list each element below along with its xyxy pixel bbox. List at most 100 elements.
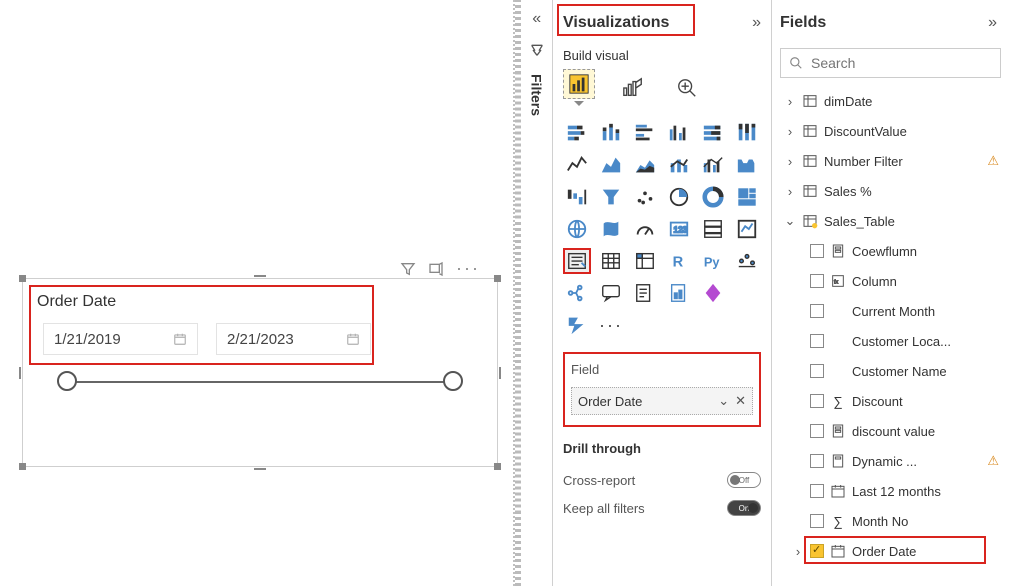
svg-text:Py: Py: [704, 255, 721, 270]
donut-chart-icon[interactable]: [699, 184, 727, 210]
cross-report-label: Cross-report: [563, 473, 635, 488]
line-chart-icon[interactable]: [563, 152, 591, 178]
visual-mini-toolbar: ···: [400, 258, 480, 279]
svg-text:123: 123: [674, 226, 688, 235]
matrix-icon[interactable]: [631, 248, 659, 274]
stacked-column-chart-icon[interactable]: [597, 120, 625, 146]
smart-narrative-icon[interactable]: [631, 280, 659, 306]
more-visuals-icon[interactable]: ···: [597, 312, 625, 338]
field-coewflumn[interactable]: Coewflumn: [780, 236, 1009, 266]
cross-report-toggle[interactable]: Off: [727, 472, 761, 488]
expand-icon[interactable]: »: [988, 14, 997, 32]
treemap-icon[interactable]: [733, 184, 761, 210]
field-current-month[interactable]: Current Month: [780, 296, 1009, 326]
table-sales-table[interactable]: ⌄ Sales_Table: [780, 206, 1009, 236]
expand-icon[interactable]: »: [752, 14, 761, 32]
slicer-visual[interactable]: Order Date 1/21/2019 2/21/2023: [22, 278, 498, 467]
report-canvas[interactable]: ··· Order Date 1/21/2019 2/21/2023: [0, 0, 521, 586]
annotation-highlight: [557, 4, 695, 36]
waterfall-chart-icon[interactable]: [563, 184, 591, 210]
remove-field-icon[interactable]: ✕: [735, 393, 746, 409]
build-visual-tab[interactable]: [563, 69, 595, 99]
slider-thumb-start[interactable]: [57, 371, 77, 391]
keep-all-filters-toggle[interactable]: On: [727, 500, 761, 516]
more-options-icon[interactable]: ···: [456, 258, 480, 279]
line-clustered-column-icon[interactable]: [699, 152, 727, 178]
annotation-highlight: [804, 536, 986, 564]
paginated-report-icon[interactable]: [665, 280, 693, 306]
field-customer-name[interactable]: Customer Name: [780, 356, 1009, 386]
line-stacked-column-icon[interactable]: [665, 152, 693, 178]
field-pill-label: Order Date: [578, 394, 642, 409]
filled-map-icon[interactable]: [597, 216, 625, 242]
field-well-label: Field: [571, 362, 753, 377]
stacked-area-chart-icon[interactable]: [631, 152, 659, 178]
filter-icon[interactable]: [400, 261, 416, 277]
slicer-start-date[interactable]: 1/21/2019: [43, 323, 198, 355]
funnel-chart-icon[interactable]: [597, 184, 625, 210]
gauge-icon[interactable]: [631, 216, 659, 242]
table-number-filter[interactable]: › Number Filter ⚠: [780, 146, 1009, 176]
fields-search[interactable]: [780, 48, 1001, 78]
analytics-tab[interactable]: [671, 73, 703, 103]
stacked-bar-chart-icon[interactable]: [563, 120, 591, 146]
drill-through-section: Drill through Cross-report Off Keep all …: [563, 441, 761, 522]
field-column[interactable]: fx Column: [780, 266, 1009, 296]
kpi-icon[interactable]: [733, 216, 761, 242]
r-visual-icon[interactable]: R: [665, 248, 693, 274]
drill-through-heading: Drill through: [563, 441, 761, 456]
table-discountvalue[interactable]: › DiscountValue: [780, 116, 1009, 146]
table-icon[interactable]: [597, 248, 625, 274]
sigma-icon: ∑: [830, 514, 846, 529]
svg-text:fx: fx: [834, 280, 838, 286]
field-discount-value[interactable]: discount value: [780, 416, 1009, 446]
hundred-stacked-column-icon[interactable]: [733, 120, 761, 146]
field-pill-order-date[interactable]: Order Date ⌄ ✕: [571, 387, 753, 415]
slicer-end-date[interactable]: 2/21/2023: [216, 323, 371, 355]
visualization-icon-grid: 123 R Py ···: [563, 120, 761, 338]
field-customer-location[interactable]: Customer Loca...: [780, 326, 1009, 356]
decomposition-tree-icon[interactable]: [563, 280, 591, 306]
fields-title: Fields: [780, 14, 826, 32]
fields-pane: Fields » › dimDate › DiscountValue › Num…: [772, 0, 1009, 586]
filters-pane-collapsed[interactable]: « Filters: [521, 0, 553, 586]
map-icon[interactable]: [563, 216, 591, 242]
table-dimdate[interactable]: › dimDate: [780, 86, 1009, 116]
calendar-icon: [346, 332, 360, 346]
filters-label: Filters: [529, 74, 545, 116]
keep-all-filters-label: Keep all filters: [563, 501, 645, 516]
table-sales-pct[interactable]: › Sales %: [780, 176, 1009, 206]
collapse-left-icon[interactable]: «: [532, 10, 541, 28]
key-influencers-icon[interactable]: [733, 248, 761, 274]
filter-pane-icon: [529, 42, 545, 58]
calendar-icon: [173, 332, 187, 346]
slicer-range-slider[interactable]: [67, 381, 453, 383]
checkbox-checked[interactable]: [810, 544, 824, 558]
ribbon-chart-icon[interactable]: [733, 152, 761, 178]
clustered-column-chart-icon[interactable]: [665, 120, 693, 146]
scatter-chart-icon[interactable]: [631, 184, 659, 210]
field-discount[interactable]: ∑ Discount: [780, 386, 1009, 416]
focus-mode-icon[interactable]: [428, 261, 444, 277]
clustered-bar-chart-icon[interactable]: [631, 120, 659, 146]
fields-search-input[interactable]: [811, 55, 992, 71]
slider-thumb-end[interactable]: [443, 371, 463, 391]
chevron-down-icon[interactable]: ⌄: [718, 393, 729, 409]
end-date-value: 2/21/2023: [227, 331, 294, 348]
power-apps-icon[interactable]: [699, 280, 727, 306]
pie-chart-icon[interactable]: [665, 184, 693, 210]
field-dynamic[interactable]: Dynamic ... ⚠: [780, 446, 1009, 476]
hundred-stacked-bar-icon[interactable]: [699, 120, 727, 146]
card-icon[interactable]: 123: [665, 216, 693, 242]
area-chart-icon[interactable]: [597, 152, 625, 178]
slicer-icon[interactable]: [563, 248, 591, 274]
field-last-12-months[interactable]: Last 12 months: [780, 476, 1009, 506]
power-automate-icon[interactable]: [563, 312, 591, 338]
format-visual-tab[interactable]: [617, 73, 649, 103]
visualizations-pane: Visualizations » Build visual: [553, 0, 772, 586]
field-month-no[interactable]: ∑ Month No: [780, 506, 1009, 536]
multi-row-card-icon[interactable]: [699, 216, 727, 242]
build-visual-label: Build visual: [563, 48, 761, 63]
python-visual-icon[interactable]: Py: [699, 248, 727, 274]
qna-icon[interactable]: [597, 280, 625, 306]
